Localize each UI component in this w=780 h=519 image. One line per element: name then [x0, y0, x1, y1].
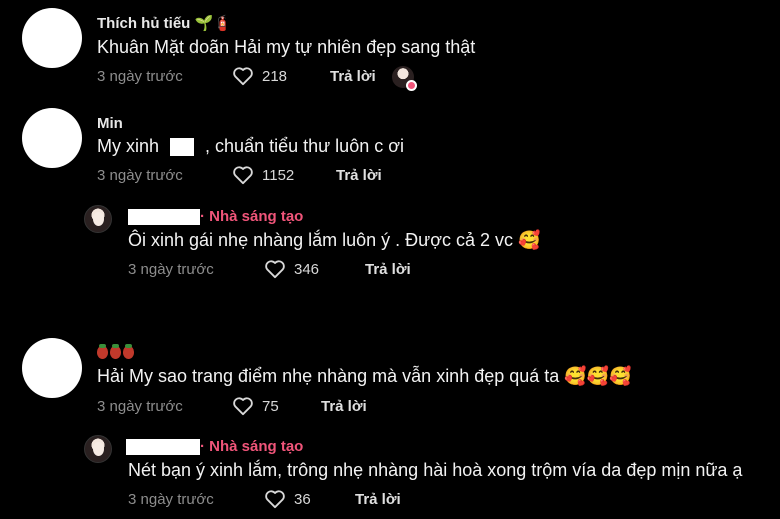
- like-button[interactable]: 75: [232, 396, 279, 416]
- reply-button[interactable]: Trả lời: [330, 68, 376, 85]
- comment-time: 3 ngày trước: [97, 68, 183, 85]
- reply-author[interactable]: · Nhà sáng tạo: [128, 208, 304, 226]
- comment-author[interactable]: Thích hủ tiếu 🌱🧯: [97, 14, 232, 32]
- creator-badge: · Nhà sáng tạo: [200, 438, 304, 455]
- redacted-username: [128, 209, 200, 226]
- like-count: 36: [294, 490, 311, 508]
- like-count: 1152: [262, 166, 295, 184]
- comment-3: 🍓🍓🍓 Hải My sao trang điểm nhẹ nhàng mà v…: [0, 330, 780, 519]
- redacted-block: [170, 138, 195, 157]
- comment-author[interactable]: Min: [97, 115, 123, 132]
- heart-outline-icon: [233, 67, 253, 86]
- comment-text: Khuân Mặt doãn Hải my tự nhiên đẹp sang …: [97, 37, 476, 57]
- strawberry-icon: [97, 343, 108, 359]
- avatar[interactable]: [22, 8, 82, 68]
- reply-button[interactable]: Trả lời: [321, 398, 367, 415]
- like-button[interactable]: 1152: [232, 165, 294, 185]
- comment-time: 3 ngày trước: [97, 398, 183, 415]
- reply-time: 3 ngày trước: [128, 491, 214, 508]
- reply-time: 3 ngày trước: [128, 261, 214, 278]
- like-count: 75: [262, 397, 279, 415]
- creator-avatar[interactable]: [84, 205, 112, 233]
- comment-text-start: My xinh: [97, 136, 160, 156]
- like-button[interactable]: 346: [264, 259, 319, 279]
- comment-author[interactable]: 🍓🍓🍓: [97, 343, 136, 360]
- heart-outline-icon: [233, 166, 253, 185]
- heart-outline-icon: [233, 397, 253, 416]
- reply-button[interactable]: Trả lời: [336, 167, 382, 184]
- avatar[interactable]: [22, 108, 82, 168]
- heart-outline-icon: [265, 490, 285, 509]
- comment-1: Thích hủ tiếu 🌱🧯 Khuân Mặt doãn Hải my t…: [0, 0, 780, 100]
- heart-outline-icon: [265, 260, 285, 279]
- like-button[interactable]: 218: [232, 66, 287, 86]
- comment-text: Hải My sao trang điểm nhẹ nhàng mà vẫn x…: [97, 366, 632, 386]
- like-button[interactable]: 36: [264, 489, 311, 509]
- creator-liked-badge-icon: [392, 66, 417, 91]
- comment-text: My xinh , chuẩn tiểu thư luôn c ơi: [97, 136, 404, 157]
- like-count: 346: [294, 260, 320, 278]
- creator-badge: · Nhà sáng tạo: [200, 208, 304, 225]
- reply-button[interactable]: Trả lời: [355, 491, 401, 508]
- like-count: 218: [262, 67, 288, 85]
- strawberry-icon: [123, 343, 134, 359]
- reply-author[interactable]: · Nhà sáng tạo: [126, 438, 304, 456]
- reply-text: Nét bạn ý xinh lắm, trông nhẹ nhàng hài …: [128, 460, 743, 480]
- reply-button[interactable]: Trả lời: [365, 261, 411, 278]
- comment-2: Min My xinh , chuẩn tiểu thư luôn c ơi 3…: [0, 100, 780, 300]
- comment-time: 3 ngày trước: [97, 167, 183, 184]
- strawberry-icon: [110, 343, 121, 359]
- avatar[interactable]: [22, 338, 82, 398]
- reply-text: Ôi xinh gái nhẹ nhàng lắm luôn ý . Được …: [128, 230, 541, 250]
- comment-text-end: , chuẩn tiểu thư luôn c ơi: [205, 136, 405, 156]
- redacted-username: [126, 439, 200, 456]
- creator-avatar[interactable]: [84, 435, 112, 463]
